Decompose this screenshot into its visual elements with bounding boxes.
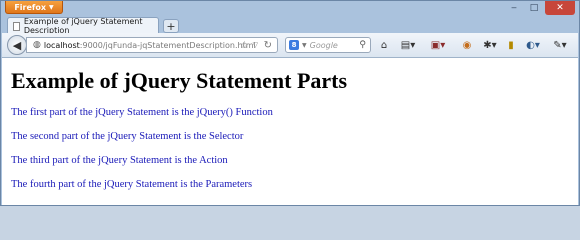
reload-icon[interactable]: ↻ [264, 40, 272, 51]
history-dropdown-icon[interactable]: ▽ [253, 41, 258, 49]
downloads-icon[interactable]: ▣▾ [428, 38, 448, 52]
home-icon[interactable]: ⌂ [377, 38, 391, 52]
page-icon [13, 21, 20, 31]
statement-line-3: The third part of the jQuery Statement i… [11, 155, 228, 166]
page-title: Example of jQuery Statement Parts [11, 68, 348, 93]
search-bar[interactable]: 8 ▼ Google ⚲ [285, 37, 371, 53]
extension-icon[interactable]: ✱▾ [482, 38, 498, 52]
back-button[interactable]: ◀ [7, 35, 27, 55]
plus-icon: + [166, 19, 176, 33]
page-content: Example of jQuery Statement Parts The fi… [2, 58, 578, 205]
tab-strip: Example of jQuery Statement Description … [1, 15, 579, 35]
close-icon: ✕ [556, 3, 564, 13]
browser-window: Firefox ▼ ‒ □ ✕ Example of jQuery Statem… [0, 0, 580, 206]
bookmark-star-icon[interactable]: ☆ [240, 40, 249, 51]
url-path: :9000/jqFunda-jqStatementDescription.htm… [79, 40, 256, 50]
tab-active[interactable]: Example of jQuery Statement Description [7, 17, 159, 35]
search-engine-icon[interactable]: 8 [289, 40, 299, 50]
navigation-toolbar: ◀ ◍ localhost :9000/jqFunda-jqStatementD… [2, 33, 578, 58]
minimize-icon: ‒ [511, 3, 517, 13]
firefox-menu-label: Firefox [14, 2, 47, 12]
addon-icon[interactable]: ◉ [460, 38, 474, 52]
url-host: localhost [43, 40, 80, 50]
globe-icon: ◍ [33, 40, 41, 50]
close-button[interactable]: ✕ [545, 1, 575, 15]
search-icon[interactable]: ⚲ [359, 40, 366, 50]
back-arrow-icon: ◀ [12, 38, 22, 52]
new-tab-button[interactable]: + [163, 19, 179, 33]
bookmarks-menu-icon[interactable]: ▤▾ [398, 38, 418, 52]
bookmark-icon[interactable]: ▮ [505, 38, 517, 52]
minimize-button[interactable]: ‒ [505, 1, 523, 15]
firefox-menu-button[interactable]: Firefox ▼ [5, 1, 63, 14]
statement-line-4: The fourth part of the jQuery Statement … [11, 179, 253, 190]
statement-line-2: The second part of the jQuery Statement … [11, 131, 244, 142]
statement-line-1: The first part of the jQuery Statement i… [11, 107, 273, 118]
title-bar: Firefox ▼ ‒ □ ✕ [1, 1, 579, 15]
maximize-button[interactable]: □ [525, 1, 543, 15]
tools-icon[interactable]: ✎▾ [549, 38, 571, 52]
chevron-down-icon: ▼ [49, 3, 54, 11]
maximize-icon: □ [529, 3, 539, 13]
search-engine-dropdown-icon[interactable]: ▼ [302, 42, 307, 49]
account-icon[interactable]: ◐▾ [523, 38, 543, 52]
search-placeholder: Google [309, 40, 338, 50]
address-bar[interactable]: ◍ localhost :9000/jqFunda-jqStatementDes… [26, 37, 278, 53]
